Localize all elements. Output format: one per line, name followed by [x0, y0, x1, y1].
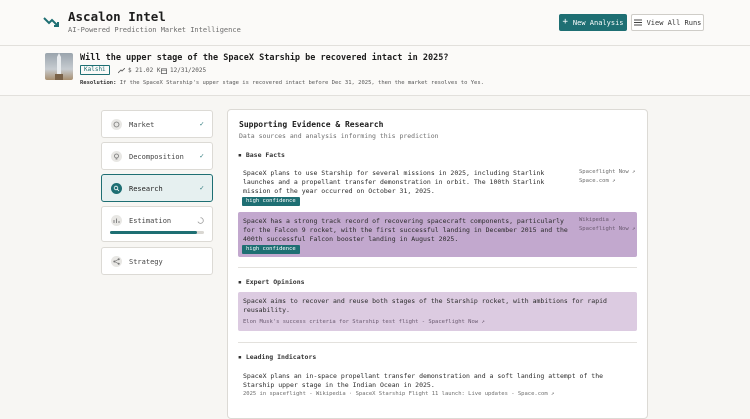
confidence-badge: high confidence	[242, 245, 300, 254]
spinner-icon	[197, 217, 204, 224]
platform-badge[interactable]: Kalshi	[80, 65, 110, 75]
step-research[interactable]: Research ✓	[101, 174, 213, 202]
confidence-badge: high confidence	[242, 197, 300, 206]
search-icon	[111, 183, 122, 194]
chart-icon	[111, 215, 122, 226]
app-title: Ascalon Intel	[68, 9, 166, 24]
source-link[interactable]: Spaceflight Now ↗	[579, 225, 635, 234]
chevron-down-icon: ▪	[238, 278, 246, 286]
external-link-icon: ↗	[631, 226, 636, 232]
share-icon	[111, 256, 122, 267]
view-all-runs-button[interactable]: View All Runs	[631, 14, 704, 31]
plus-icon: +	[562, 17, 568, 27]
view-all-runs-label: View All Runs	[646, 18, 702, 27]
step-strategy[interactable]: Strategy	[101, 247, 213, 275]
citation-link[interactable]: Elon Musk's success criteria for Starshi…	[243, 319, 485, 325]
question-bar: Will the upper stage of the SpaceX Stars…	[0, 46, 750, 96]
step-label: Estimation	[129, 217, 172, 225]
progress-fill	[110, 231, 198, 234]
calendar-icon	[161, 67, 167, 74]
indicator-text: SpaceX plans an in-space propellant tran…	[243, 372, 604, 389]
fact-card: SpaceX has a strong track record of reco…	[238, 212, 637, 257]
resolution-body: If the SpaceX Starship's upper stage is …	[119, 80, 484, 86]
citation-link[interactable]: 2025 in spaceflight - Wikipedia · SpaceX…	[243, 391, 554, 397]
close-date: 12/31/2025	[170, 67, 207, 74]
external-link-icon: ↗	[481, 319, 485, 325]
fact-text: SpaceX has a strong track record of reco…	[243, 217, 568, 243]
source-link[interactable]: Wikipedia ↗	[579, 216, 615, 225]
step-market[interactable]: Market ✓	[101, 110, 213, 138]
list-icon	[633, 19, 642, 26]
trend-icon	[118, 67, 125, 73]
step-label: Market	[129, 121, 155, 129]
estimation-progress	[110, 231, 204, 234]
external-link-icon: ↗	[612, 217, 616, 223]
leading-indicators-heading[interactable]: ▪ Leading Indicators	[238, 353, 316, 361]
question-title: Will the upper stage of the SpaceX Stars…	[80, 53, 449, 63]
source-link[interactable]: Space.com ↗	[579, 177, 615, 186]
step-estimation[interactable]: Estimation	[101, 206, 213, 242]
chevron-down-icon: ▪	[238, 151, 246, 159]
app-subtitle: AI-Powered Prediction Market Intelligenc…	[68, 26, 241, 34]
new-analysis-button[interactable]: + New Analysis	[559, 14, 627, 31]
step-label: Strategy	[129, 258, 163, 266]
check-icon: ✓	[199, 120, 204, 128]
date-meta: 12/31/2025	[161, 67, 206, 74]
external-link-icon: ↗	[612, 178, 616, 184]
external-link-icon: ↗	[550, 391, 555, 397]
volume-meta: $ 21.02 K	[118, 67, 161, 74]
resolution-text: Resolution: If the SpaceX Starship's upp…	[80, 80, 484, 86]
resolution-label: Resolution:	[80, 80, 117, 86]
base-facts-heading[interactable]: ▪ Base Facts	[238, 151, 285, 159]
check-icon: ✓	[199, 184, 204, 192]
fact-text: SpaceX plans to use Starship for several…	[243, 169, 545, 195]
fact-card: SpaceX plans to use Starship for several…	[238, 164, 637, 208]
opinion-card: SpaceX aims to recover and reuse both st…	[238, 292, 637, 331]
expert-opinions-heading[interactable]: ▪ Expert Opinions	[238, 278, 305, 286]
step-label: Research	[129, 185, 163, 193]
chevron-down-icon: ▪	[238, 353, 246, 361]
evidence-panel: Supporting Evidence & Research Data sour…	[227, 109, 648, 419]
source-link[interactable]: Spaceflight Now ↗	[579, 168, 635, 177]
section-divider	[238, 342, 637, 343]
trend-up-icon	[43, 17, 59, 27]
step-decomposition[interactable]: Decomposition ✓	[101, 142, 213, 170]
panel-title: Supporting Evidence & Research	[239, 120, 384, 129]
new-analysis-label: New Analysis	[572, 18, 624, 27]
section-divider	[238, 267, 637, 268]
bulb-icon	[111, 151, 122, 162]
check-icon: ✓	[199, 152, 204, 160]
top-bar: Ascalon Intel AI-Powered Prediction Mark…	[0, 0, 750, 46]
external-link-icon: ↗	[631, 169, 636, 175]
indicator-card: SpaceX plans an in-space propellant tran…	[238, 367, 637, 407]
market-icon	[111, 119, 122, 130]
volume-value: $ 21.02 K	[128, 67, 161, 74]
opinion-text: SpaceX aims to recover and reuse both st…	[243, 297, 607, 314]
step-label: Decomposition	[129, 153, 184, 161]
market-thumbnail	[45, 53, 73, 80]
panel-subtitle: Data sources and analysis informing this…	[239, 132, 439, 140]
